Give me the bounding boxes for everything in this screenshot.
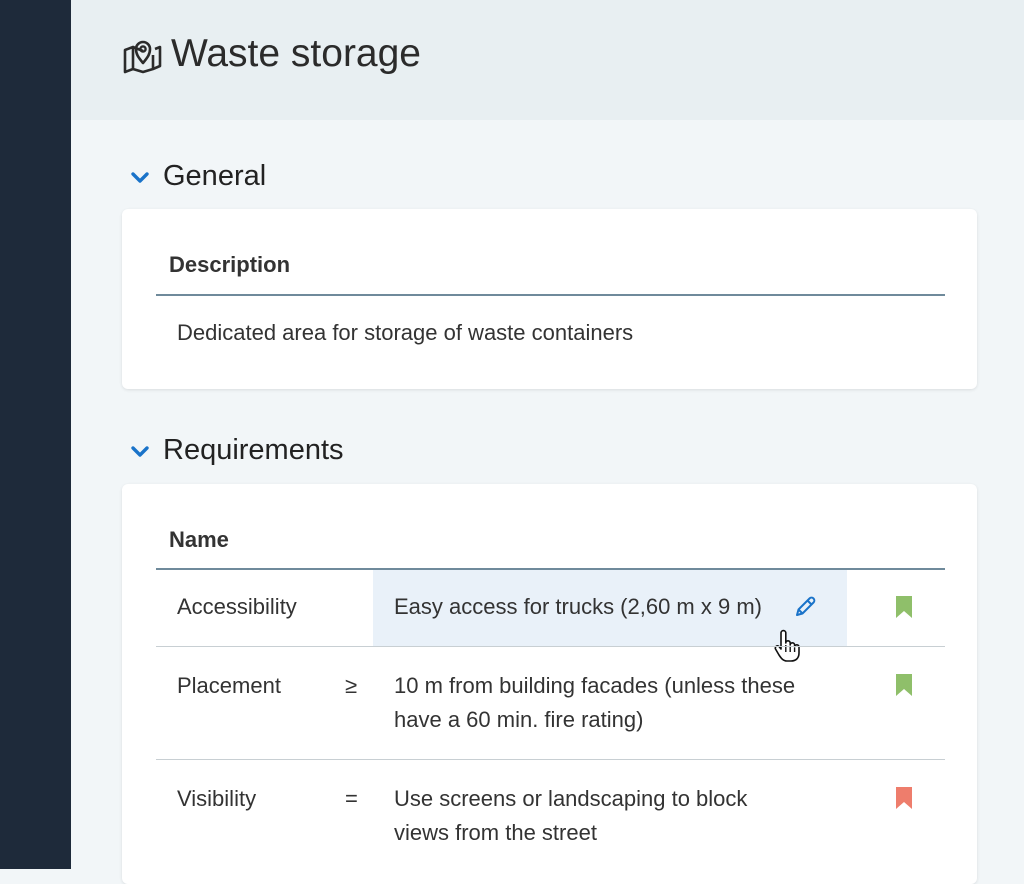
header-divider: [156, 294, 945, 296]
requirements-card: Name Accessibility Easy access for truck…: [122, 484, 977, 884]
row-divider: [156, 759, 945, 760]
chevron-down-icon: [131, 445, 149, 457]
requirement-operator: =: [345, 786, 358, 811]
requirement-value: Easy access for trucks (2,60 m x 9 m): [394, 594, 762, 619]
bookmark-icon: [896, 596, 912, 618]
section-general-toggle[interactable]: General: [129, 160, 266, 193]
section-general-title: General: [163, 160, 267, 192]
bookmark-icon: [896, 674, 912, 696]
main-content: Waste storage General Description Dedica…: [71, 0, 1024, 884]
chevron-down-icon: [131, 171, 149, 183]
requirement-name: Accessibility: [177, 594, 297, 619]
page-header: Waste storage: [71, 0, 1024, 120]
page-title-wrap: Waste storage: [121, 32, 421, 76]
row-divider: [156, 646, 945, 647]
section-requirements-toggle[interactable]: Requirements: [129, 434, 344, 467]
requirement-value-line-2: views from the street: [394, 820, 597, 845]
description-column-header: Description: [169, 252, 291, 277]
page-title: Waste storage: [171, 32, 421, 75]
section-requirements-title: Requirements: [163, 434, 344, 466]
requirement-value-line-1: Use screens or landscaping to block: [394, 786, 748, 811]
bookmark-icon: [896, 787, 912, 809]
pencil-icon[interactable]: [792, 594, 818, 620]
requirement-value-line-1: 10 m from building facades (unless these: [394, 673, 796, 698]
requirement-name: Visibility: [177, 786, 257, 811]
map-pin-icon: [123, 40, 162, 74]
sidebar: [0, 0, 71, 869]
general-card: Description Dedicated area for storage o…: [122, 209, 977, 389]
description-value: Dedicated area for storage of waste cont…: [177, 320, 634, 345]
requirement-name: Placement: [177, 673, 281, 698]
requirement-operator: ≥: [345, 673, 358, 698]
requirement-value-line-2: have a 60 min. fire rating): [394, 707, 644, 732]
name-column-header: Name: [169, 527, 229, 552]
